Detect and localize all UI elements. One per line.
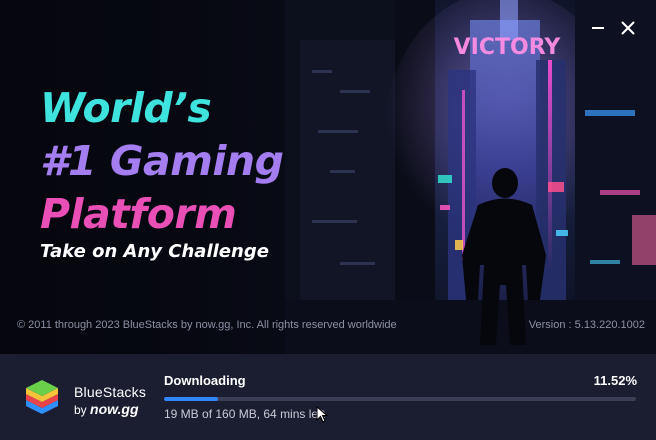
close-button[interactable] <box>618 18 638 38</box>
brand-text: BlueStacks by now.gg <box>74 384 146 417</box>
download-percent: 11.52% <box>593 373 637 388</box>
hero-banner: VICTORY World’s #1 Gaming Platform Take … <box>0 0 656 354</box>
download-detail: 19 MB of 160 MB, 64 mins left <box>164 407 325 421</box>
victory-sign: VICTORY <box>454 35 562 60</box>
headline-line-1: World’s <box>40 84 212 132</box>
download-status: Downloading <box>164 373 246 388</box>
headline-line-2: #1 Gaming <box>40 137 284 185</box>
download-footer: BlueStacks by now.gg Downloading 11.52% … <box>0 354 656 440</box>
tagline: Take on Any Challenge <box>40 241 269 262</box>
minimize-button[interactable] <box>588 18 608 38</box>
download-progress-fill <box>164 397 219 401</box>
bluestacks-logo-icon <box>26 380 58 414</box>
installer-window: VICTORY World’s #1 Gaming Platform Take … <box>0 0 656 440</box>
copyright-text: © 2011 through 2023 BlueStacks by now.gg… <box>17 319 397 331</box>
version-label: Version : 5.13.220.1002 <box>528 319 645 331</box>
brand-name: BlueStacks <box>74 384 147 400</box>
close-icon <box>621 21 635 35</box>
headline: World’s #1 Gaming Platform <box>40 82 284 241</box>
brand-now-gg: now.gg <box>90 401 139 417</box>
brand-byline: by now.gg <box>74 401 146 417</box>
brand-by: by <box>74 403 87 417</box>
headline-line-3: Platform <box>40 190 237 238</box>
minimize-icon <box>592 27 604 29</box>
mouse-cursor-icon <box>316 406 328 423</box>
download-progress-bar <box>164 397 636 401</box>
